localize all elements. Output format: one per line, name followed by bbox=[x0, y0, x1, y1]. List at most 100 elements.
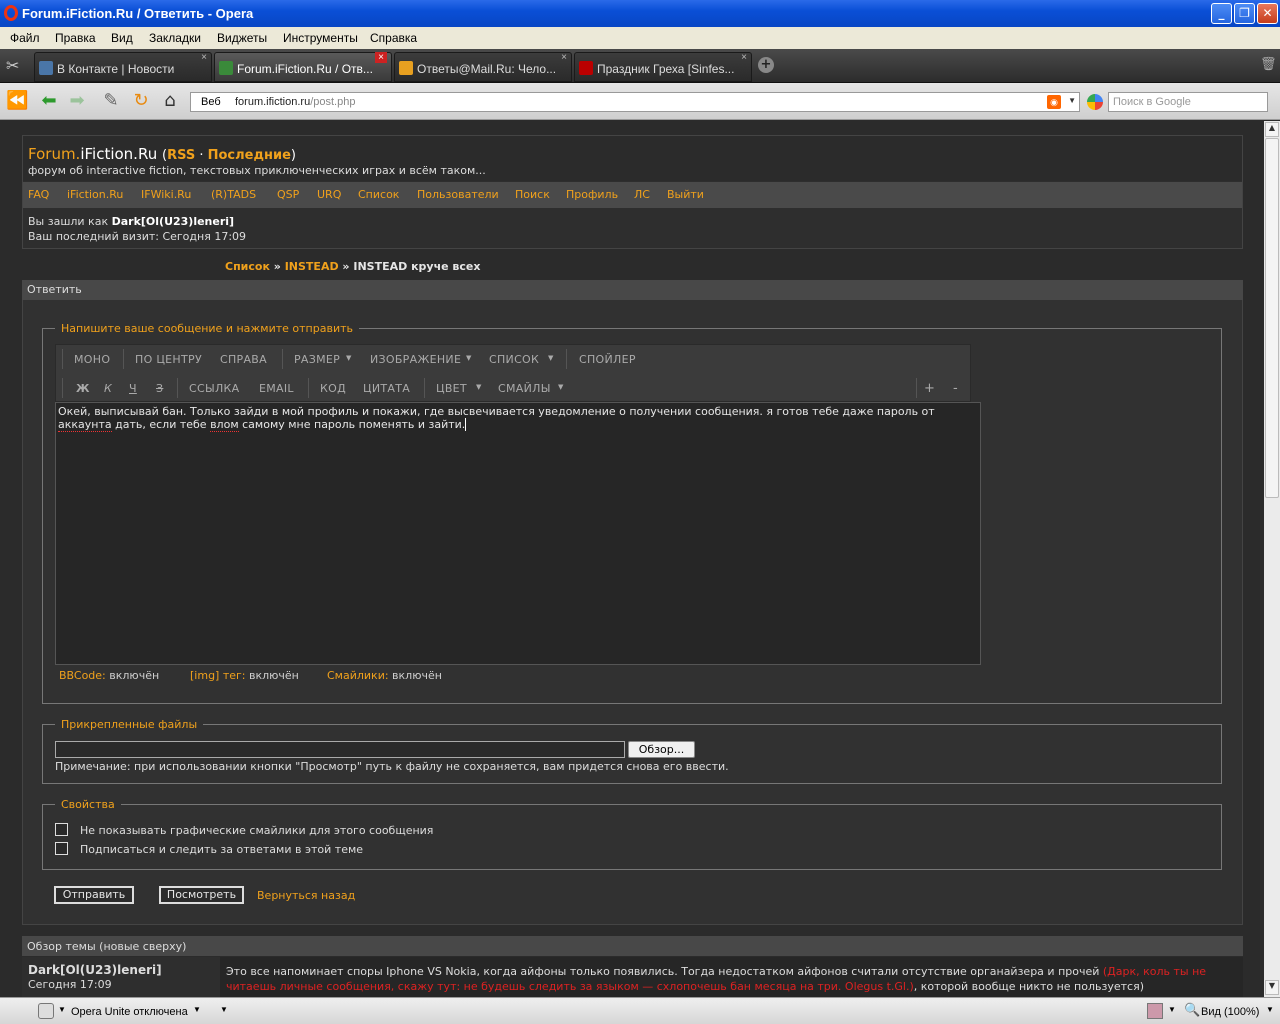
hide-smileys-label[interactable]: Не показывать графические смайлики для э… bbox=[80, 824, 433, 837]
smileys-dropdown[interactable]: СМАЙЛЫ bbox=[498, 382, 551, 395]
crumb-list[interactable]: Список bbox=[225, 260, 270, 273]
brand-part-a[interactable]: Forum. bbox=[28, 145, 80, 163]
menu-widgets[interactable]: Виджеты bbox=[217, 31, 267, 45]
crumb-sep: » bbox=[269, 260, 285, 273]
subscribe-checkbox[interactable] bbox=[55, 842, 68, 855]
tab-forum[interactable]: Forum.iFiction.Ru / Отв... × bbox=[214, 52, 392, 82]
latest-link[interactable]: Последние bbox=[208, 148, 291, 163]
zoom-icon[interactable]: 🔍 bbox=[1184, 1002, 1200, 1018]
center-button[interactable]: ПО ЦЕНТРУ bbox=[135, 353, 202, 366]
tab-sinfest[interactable]: Праздник Греха [Sinfes... × bbox=[574, 52, 752, 82]
strike-button[interactable]: З bbox=[156, 382, 163, 395]
tab-bar: ✂ В Контакте | Новости × Forum.iFiction.… bbox=[0, 49, 1280, 83]
color-dropdown[interactable]: ЦВЕТ bbox=[436, 382, 467, 395]
menu-view[interactable]: Вид bbox=[111, 31, 133, 45]
maximize-button[interactable]: ❐ bbox=[1234, 3, 1255, 24]
right-button[interactable]: СПРАВА bbox=[220, 353, 267, 366]
nav-logout[interactable]: Выйти bbox=[667, 188, 704, 201]
menu-edit[interactable]: Правка bbox=[55, 31, 96, 45]
shrink-button[interactable]: - bbox=[953, 381, 958, 396]
bold-button[interactable]: Ж bbox=[76, 382, 90, 395]
vertical-scrollbar[interactable]: ▲ ▼ bbox=[1264, 121, 1280, 997]
address-field[interactable]: Веб forum.ifiction.ru/post.php ◉ ▼ bbox=[190, 92, 1080, 112]
list-dropdown[interactable]: СПИСОК bbox=[489, 353, 539, 366]
home-icon[interactable]: ⌂ bbox=[159, 90, 181, 112]
nav-qsp[interactable]: QSP bbox=[277, 188, 299, 201]
link-button[interactable]: ССЫЛКА bbox=[189, 382, 239, 395]
img-link[interactable]: [img] тег: bbox=[190, 669, 246, 682]
browse-button[interactable]: Обзор... bbox=[628, 741, 695, 758]
nav-users[interactable]: Пользователи bbox=[417, 188, 499, 201]
chevron-down-icon[interactable]: ▼ bbox=[58, 1005, 66, 1014]
tools-panel-icon[interactable]: ✂ bbox=[6, 56, 28, 76]
file-path-input[interactable] bbox=[55, 741, 625, 758]
underline-button[interactable]: Ч bbox=[129, 382, 137, 395]
nav-profile[interactable]: Профиль bbox=[566, 188, 618, 201]
nav-urq[interactable]: URQ bbox=[317, 188, 341, 201]
close-tab-icon[interactable]: × bbox=[375, 52, 387, 63]
trash-icon[interactable]: 🗑 bbox=[1260, 57, 1277, 73]
smiles-link[interactable]: Смайлики: bbox=[327, 669, 389, 682]
go-back-link[interactable]: Вернуться назад bbox=[257, 889, 355, 902]
rss-link[interactable]: RSS bbox=[167, 148, 195, 163]
unite-status[interactable]: Opera Unite отключена bbox=[71, 1006, 188, 1018]
menu-bookmarks[interactable]: Закладки bbox=[149, 31, 201, 45]
close-tab-icon[interactable]: × bbox=[561, 52, 567, 63]
rewind-icon[interactable]: ⏪ bbox=[6, 90, 28, 112]
subscribe-label[interactable]: Подписаться и следить за ответами в этой… bbox=[80, 843, 363, 856]
brand-part-b[interactable]: iFiction.Ru bbox=[80, 145, 157, 163]
chevron-down-icon[interactable]: ▼ bbox=[1068, 96, 1076, 105]
menu-file[interactable]: Файл bbox=[10, 31, 40, 45]
nav-ifiction[interactable]: iFiction.Ru bbox=[67, 188, 123, 201]
reload-icon[interactable]: ↻ bbox=[130, 90, 152, 112]
image-toggle-icon[interactable] bbox=[1147, 1003, 1163, 1019]
enlarge-button[interactable]: + bbox=[924, 381, 935, 396]
scroll-up-icon[interactable]: ▲ bbox=[1265, 122, 1279, 137]
scroll-down-icon[interactable]: ▼ bbox=[1265, 980, 1279, 995]
nav-ifwiki[interactable]: IFWiki.Ru bbox=[141, 188, 191, 201]
menu-help[interactable]: Справка bbox=[370, 31, 417, 45]
rss-icon[interactable]: ◉ bbox=[1047, 95, 1061, 109]
close-window-button[interactable]: ✕ bbox=[1257, 3, 1278, 24]
scroll-thumb[interactable] bbox=[1265, 138, 1279, 498]
window-title-bar: Forum.iFiction.Ru / Ответить - Opera _ ❐… bbox=[0, 0, 1280, 27]
image-dropdown[interactable]: ИЗОБРАЖЕНИЕ bbox=[370, 353, 461, 366]
google-search-icon[interactable] bbox=[1087, 94, 1103, 110]
code-button[interactable]: КОД bbox=[320, 382, 346, 395]
forward-arrow-icon[interactable]: ➡ bbox=[66, 90, 88, 112]
chevron-down-icon[interactable]: ▼ bbox=[1168, 1005, 1176, 1014]
tab-mailru[interactable]: Ответы@Mail.Ru: Чело... × bbox=[394, 52, 572, 82]
opera-unite-icon[interactable] bbox=[38, 1003, 54, 1019]
menu-tools[interactable]: Инструменты bbox=[283, 31, 358, 45]
search-input[interactable]: Поиск в Google bbox=[1108, 92, 1268, 112]
zoom-level[interactable]: Вид (100%) bbox=[1201, 1006, 1259, 1018]
spoiler-button[interactable]: СПОЙЛЕР bbox=[579, 353, 636, 366]
crumb-instead[interactable]: INSTEAD bbox=[285, 260, 339, 273]
nav-faq[interactable]: FAQ bbox=[28, 188, 49, 201]
chevron-down-icon[interactable]: ▼ bbox=[1266, 1005, 1274, 1014]
nav-list[interactable]: Список bbox=[358, 188, 399, 201]
minimize-button[interactable]: _ bbox=[1211, 3, 1232, 24]
quote-button[interactable]: ЦИТАТА bbox=[363, 382, 410, 395]
email-button[interactable]: EMAIL bbox=[259, 382, 294, 395]
message-textarea[interactable]: Окей, выписывай бан. Только зайди в мой … bbox=[55, 402, 981, 665]
review-username[interactable]: Dark[Ol(U23)leneri] bbox=[28, 963, 162, 977]
bbcode-link[interactable]: BBCode: bbox=[59, 669, 106, 682]
close-tab-icon[interactable]: × bbox=[741, 52, 747, 63]
submit-button[interactable]: Отправить bbox=[54, 886, 134, 904]
edit-pen-icon[interactable]: ✎ bbox=[100, 90, 122, 112]
back-arrow-icon[interactable]: ⬅ bbox=[38, 90, 60, 112]
nav-rtads[interactable]: (R)TADS bbox=[211, 188, 256, 201]
tab-vkontakte[interactable]: В Контакте | Новости × bbox=[34, 52, 212, 82]
chevron-down-icon[interactable]: ▼ bbox=[220, 1005, 228, 1014]
italic-button[interactable]: К bbox=[104, 382, 112, 395]
new-tab-button[interactable]: + bbox=[758, 57, 774, 73]
size-dropdown[interactable]: РАЗМЕР bbox=[294, 353, 340, 366]
preview-button[interactable]: Посмотреть bbox=[159, 886, 244, 904]
mono-button[interactable]: МОНО bbox=[74, 353, 110, 366]
nav-search[interactable]: Поиск bbox=[515, 188, 550, 201]
hide-smileys-checkbox[interactable] bbox=[55, 823, 68, 836]
nav-pm[interactable]: ЛС bbox=[634, 188, 650, 201]
chevron-down-icon[interactable]: ▼ bbox=[193, 1005, 201, 1014]
close-tab-icon[interactable]: × bbox=[201, 52, 207, 63]
